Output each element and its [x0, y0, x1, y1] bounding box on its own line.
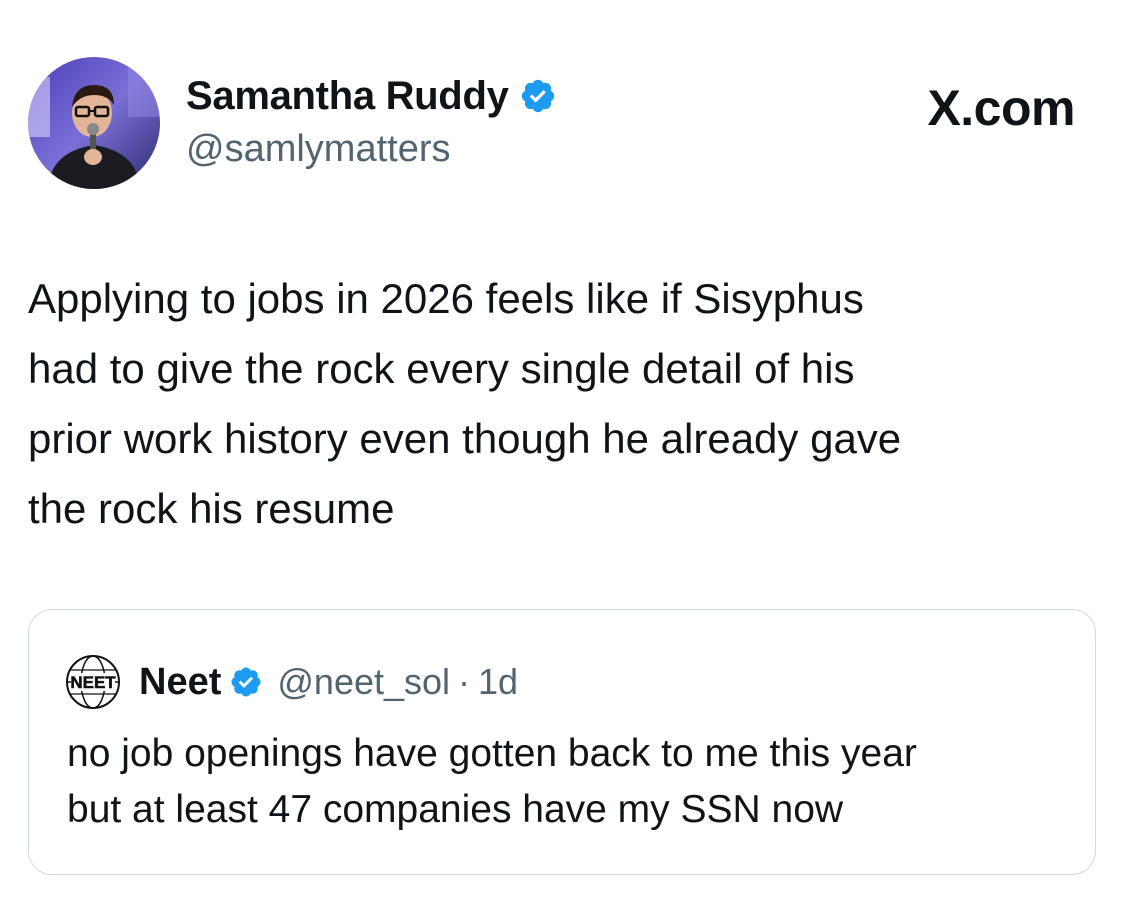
- quoted-tweet-text: no job openings have gotten back to me t…: [67, 732, 917, 831]
- author-display-name[interactable]: Samantha Ruddy: [186, 72, 557, 120]
- verified-badge-icon: [521, 79, 554, 113]
- author-name-text: Samantha Ruddy: [186, 74, 509, 118]
- quoted-tweet-card[interactable]: NEET Neet @neet_sol · 1d no job openings…: [28, 609, 1096, 875]
- author-avatar[interactable]: [28, 57, 160, 189]
- quoted-author-handle[interactable]: @neet_sol: [277, 661, 450, 703]
- quoted-tweet-timestamp[interactable]: 1d: [478, 661, 518, 703]
- brand-label: X.com: [927, 80, 1075, 136]
- quoted-tweet-header: NEET Neet @neet_sol · 1d: [65, 654, 518, 710]
- svg-text:NEET: NEET: [70, 673, 116, 692]
- quoted-author-avatar[interactable]: NEET: [65, 654, 121, 710]
- tweet-text: Applying to jobs in 2026 feels like if S…: [28, 275, 902, 532]
- verified-badge-icon: [231, 667, 261, 697]
- profile-photo-avatar: [28, 57, 160, 189]
- separator-dot: ·: [458, 661, 471, 702]
- neet-logo-avatar: NEET: [65, 654, 121, 710]
- author-handle[interactable]: @samlymatters: [186, 126, 451, 172]
- quoted-author-name[interactable]: Neet: [139, 661, 221, 704]
